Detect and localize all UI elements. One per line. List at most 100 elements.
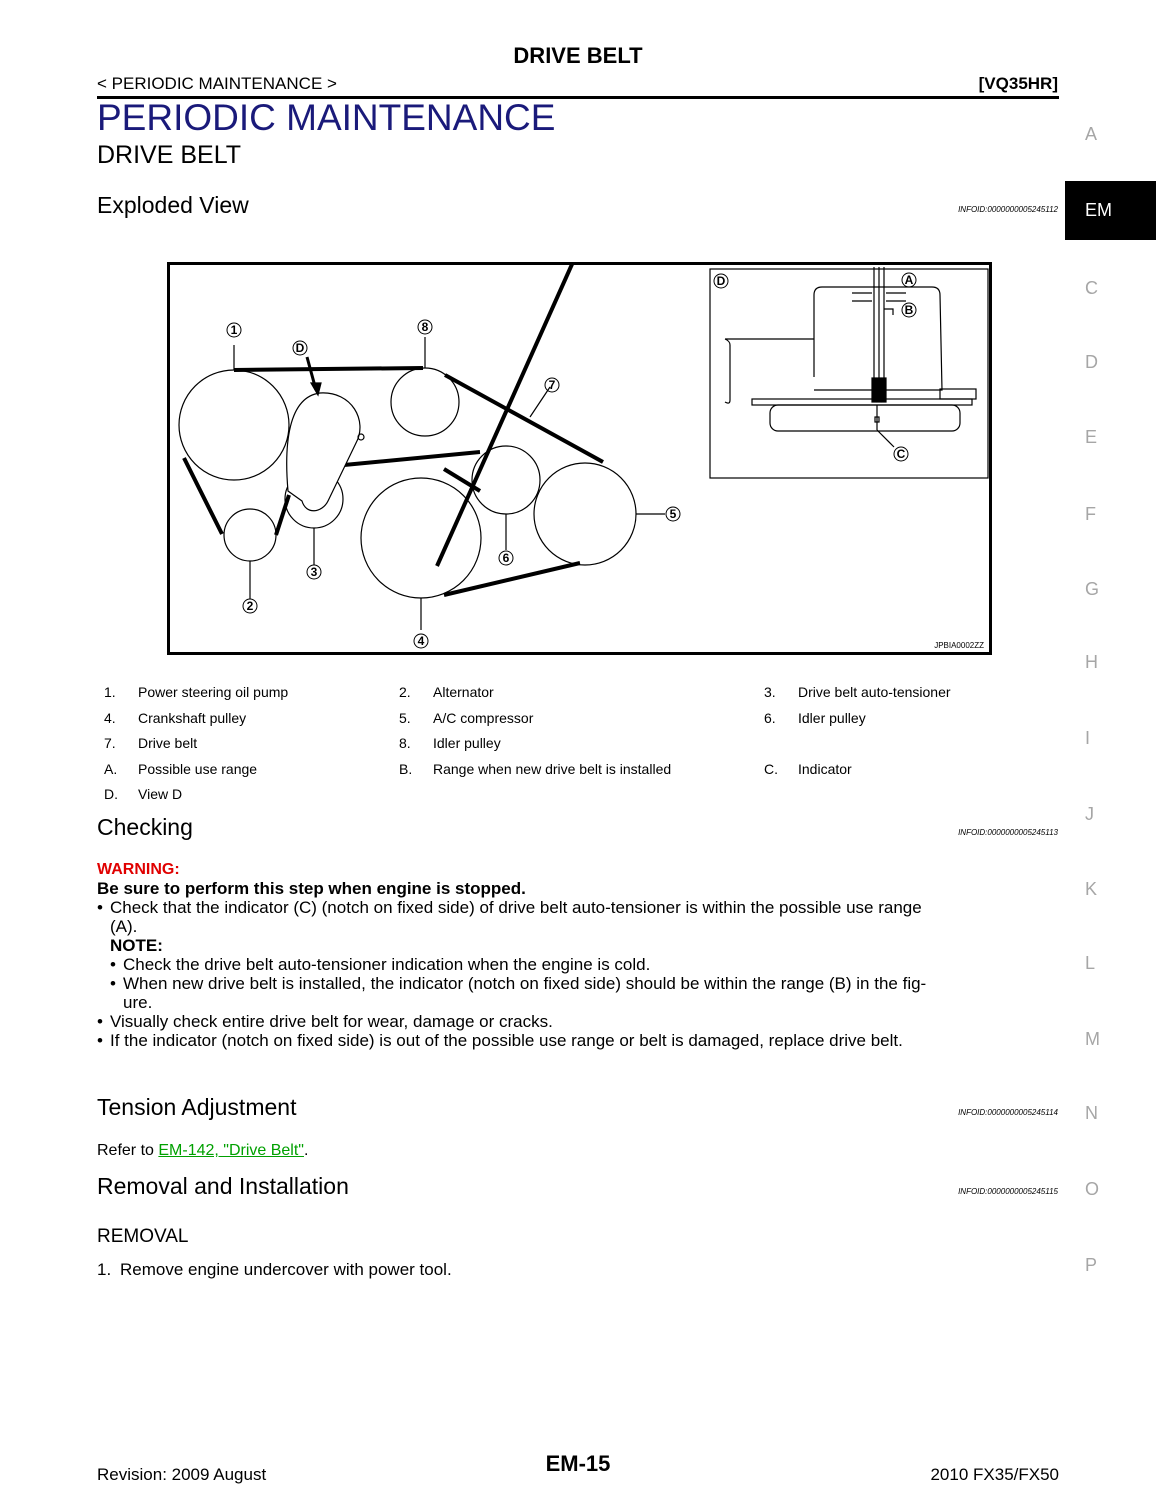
drive-belt-path bbox=[182, 223, 604, 597]
callout-d: D bbox=[296, 341, 305, 355]
tab-e[interactable]: E bbox=[1065, 427, 1156, 486]
tab-m[interactable]: M bbox=[1065, 1029, 1156, 1088]
checking-heading: Checking bbox=[97, 814, 193, 840]
legend-value: Power steering oil pump bbox=[138, 684, 289, 700]
pulley-crankshaft bbox=[360, 477, 482, 599]
removal-subheading: REMOVAL bbox=[97, 1226, 189, 1247]
leader-line bbox=[529, 386, 551, 418]
note-label: NOTE: bbox=[110, 936, 163, 955]
legend-key: 5. bbox=[399, 709, 411, 726]
check-bullet-2: Visually check entire drive belt for wea… bbox=[97, 1012, 1062, 1031]
belt-segment bbox=[343, 450, 481, 467]
detail-label-d: D bbox=[717, 274, 726, 288]
tab-em[interactable]: EM bbox=[1065, 181, 1156, 240]
callout-c: C bbox=[897, 447, 906, 461]
figure-legend: 1. Power steering oil pump 2. Alternator 3… bbox=[104, 680, 1004, 808]
drive-belt-figure: 1 2 3 4 5 6 7 8 D D A B C JPBIA0002ZZ bbox=[167, 223, 992, 655]
legend-value: A/C compressor bbox=[433, 709, 534, 726]
legend-row: D. View D bbox=[104, 782, 1004, 808]
tension-refer: Refer to EM-142, "Drive Belt". bbox=[97, 1142, 308, 1160]
legend-key bbox=[764, 731, 798, 757]
document-title: DRIVE BELT bbox=[513, 43, 643, 68]
tab-f[interactable]: F bbox=[1065, 504, 1156, 563]
legend-key: 1. bbox=[104, 684, 116, 700]
legend-row: 1. Power steering oil pump 2. Alternator 3… bbox=[104, 680, 1004, 706]
callout-a: A bbox=[905, 273, 914, 287]
tab-d[interactable]: D bbox=[1065, 352, 1156, 411]
exploded-view-heading: Exploded View bbox=[97, 192, 249, 218]
tab-g[interactable]: G bbox=[1065, 579, 1156, 638]
callout-1: 1 bbox=[231, 323, 238, 337]
tab-i[interactable]: I bbox=[1065, 728, 1156, 787]
tension-heading: Tension Adjustment bbox=[97, 1094, 297, 1120]
legend-row: 4. Crankshaft pulley 5. A/C compressor 6. I… bbox=[104, 706, 1004, 732]
legend-value: Crankshaft pulley bbox=[138, 709, 247, 726]
figure-code: JPBIA0002ZZ bbox=[934, 641, 984, 650]
legend-key: 4. bbox=[104, 709, 116, 726]
breadcrumb: < PERIODIC MAINTENANCE > bbox=[97, 74, 337, 93]
refer-prefix: Refer to bbox=[97, 1142, 159, 1159]
tab-n[interactable]: N bbox=[1065, 1103, 1156, 1162]
step-text: Remove engine undercover with power tool… bbox=[120, 1260, 452, 1279]
check-bullet-1-line-1: Check that the indicator (C) (notch on f… bbox=[110, 898, 922, 917]
legend-value: Alternator bbox=[433, 684, 494, 700]
pulley-idler-6 bbox=[471, 445, 541, 515]
tab-k[interactable]: K bbox=[1065, 879, 1156, 938]
legend-key: 6. bbox=[764, 709, 776, 726]
tab-j[interactable]: J bbox=[1065, 804, 1156, 863]
check-bullet-3: If the indicator (notch on fixed side) i… bbox=[97, 1031, 1062, 1050]
callout-8: 8 bbox=[422, 320, 429, 334]
note-bullet-2-line-2: ure. bbox=[123, 993, 153, 1012]
em-142-drive-belt-link[interactable]: EM-142, "Drive Belt" bbox=[158, 1142, 304, 1159]
legend-key: C. bbox=[764, 760, 778, 777]
note-bullet-2-line-1: When new drive belt is installed, the in… bbox=[123, 974, 927, 993]
legend-value: Indicator bbox=[798, 760, 852, 777]
tension-infoid: INFOID:0000000005245114 bbox=[958, 1108, 1058, 1117]
legend-key: 3. bbox=[764, 684, 776, 700]
legend-value: Drive belt auto-tensioner bbox=[798, 684, 951, 700]
note-bullet-2: When new drive belt is installed, the in… bbox=[110, 974, 1062, 1012]
tab-l[interactable]: L bbox=[1065, 953, 1156, 1012]
warning-label: WARNING: bbox=[97, 861, 180, 878]
callout-2: 2 bbox=[247, 599, 254, 613]
legend-value: Possible use range bbox=[138, 760, 258, 777]
warning-text: Be sure to perform this step when engine… bbox=[97, 879, 526, 898]
legend-key: B. bbox=[399, 760, 413, 777]
legend-value: View D bbox=[138, 786, 183, 802]
step-number: 1. bbox=[97, 1260, 112, 1279]
removal-infoid: INFOID:0000000005245115 bbox=[958, 1187, 1058, 1196]
tab-h[interactable]: H bbox=[1065, 652, 1156, 711]
legend-key: D. bbox=[104, 786, 118, 802]
removal-heading: Removal and Installation bbox=[97, 1173, 349, 1199]
note-bullet-1: Check the drive belt auto-tensioner indi… bbox=[110, 955, 1062, 974]
section-title: PERIODIC MAINTENANCE bbox=[97, 97, 556, 138]
tab-c[interactable]: C bbox=[1065, 278, 1156, 337]
checking-body: WARNING: Be sure to perform this step wh… bbox=[97, 860, 1062, 1050]
tab-o[interactable]: O bbox=[1065, 1179, 1156, 1238]
legend-key: 7. bbox=[104, 735, 116, 751]
tab-p[interactable]: P bbox=[1065, 1255, 1156, 1314]
callout-6: 6 bbox=[503, 551, 510, 565]
legend-key: A. bbox=[104, 760, 118, 777]
check-bullet-1-line-2: (A). bbox=[110, 917, 138, 936]
belt-segment bbox=[182, 457, 224, 535]
callout-5: 5 bbox=[670, 507, 677, 521]
pulley-power-steering-pump bbox=[178, 369, 290, 481]
removal-step-1: 1. Remove engine undercover with power to… bbox=[97, 1260, 452, 1280]
tensioner-arm bbox=[286, 392, 361, 512]
pulley-alternator bbox=[223, 508, 277, 562]
belt-segment bbox=[435, 223, 592, 567]
legend-value: Idler pulley bbox=[433, 735, 501, 751]
engine-code: [VQ35HR] bbox=[978, 74, 1058, 93]
legend-key: 8. bbox=[399, 735, 411, 751]
belt-segment bbox=[444, 373, 604, 464]
detail-view-d bbox=[709, 267, 989, 479]
legend-row: 7. Drive belt 8. Idler pulley bbox=[104, 731, 1004, 757]
drive-belt-diagram: 1 2 3 4 5 6 7 8 D D A B C JPBIA0002ZZ bbox=[178, 223, 989, 650]
pulley-ac-compressor bbox=[533, 462, 637, 566]
legend-value: Drive belt bbox=[138, 735, 198, 751]
footer-model: 2010 FX35/FX50 bbox=[930, 1465, 1059, 1484]
legend-row: A. Possible use range B. Range when new dr… bbox=[104, 757, 1004, 783]
tab-a[interactable]: A bbox=[1065, 124, 1156, 183]
callout-4: 4 bbox=[418, 634, 425, 648]
